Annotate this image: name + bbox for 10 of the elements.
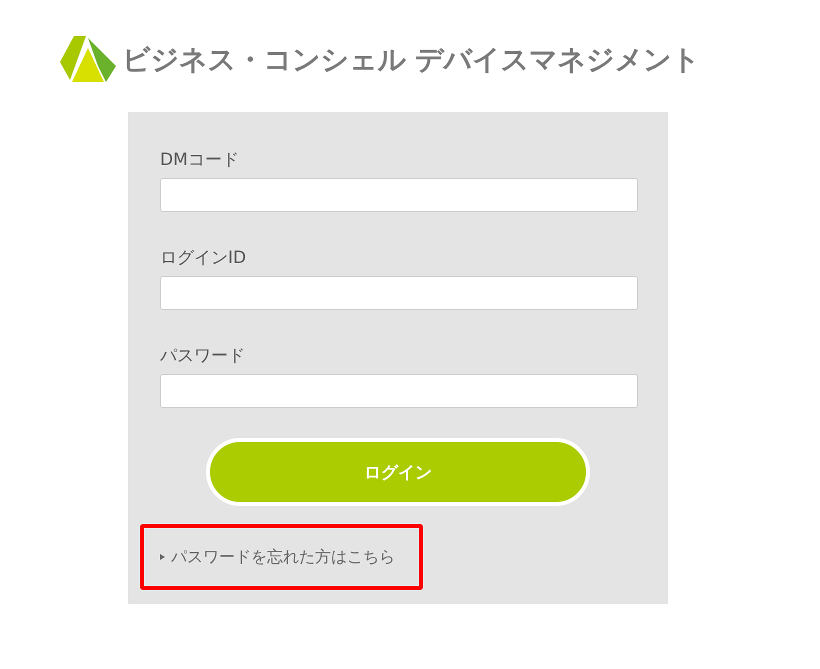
bullet-icon	[160, 554, 165, 560]
field-label: ログインID	[160, 247, 246, 270]
field-label: DMコード	[160, 149, 239, 172]
logo-icon	[60, 36, 116, 84]
app-title: ビジネス・コンシェル デバイスマネジメント	[122, 42, 700, 78]
input-field[interactable]	[160, 276, 638, 310]
input-field[interactable]	[160, 178, 638, 212]
input-field[interactable]	[160, 374, 638, 408]
forgot-password-link[interactable]: パスワードを忘れた方はこちら	[140, 524, 423, 590]
field-label: パスワード	[160, 345, 245, 368]
